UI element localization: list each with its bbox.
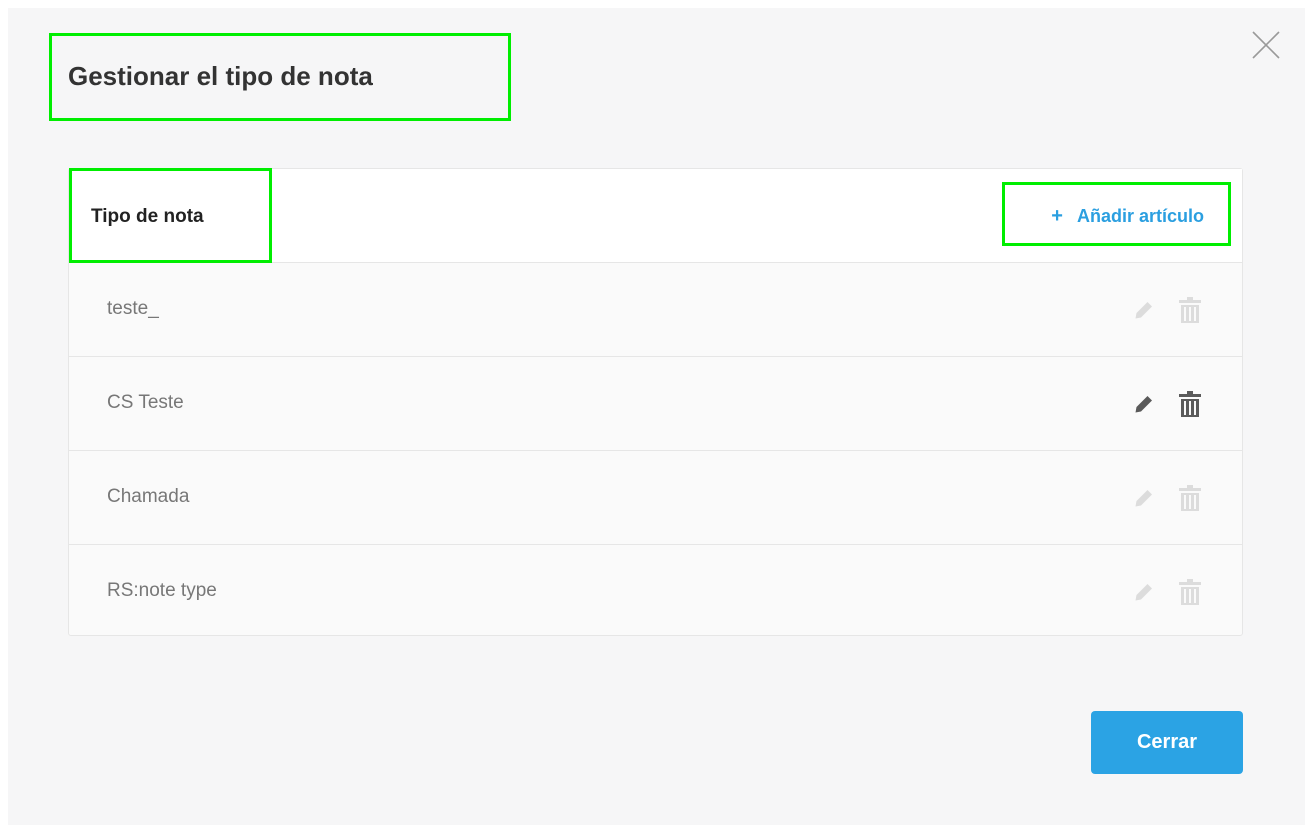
pencil-icon[interactable] — [1132, 484, 1156, 512]
note-type-label: Chamada — [107, 486, 190, 507]
row-actions — [1132, 578, 1202, 606]
trash-icon[interactable] — [1178, 484, 1202, 512]
note-type-row: RS:note type — [69, 545, 1242, 639]
note-type-label: CS Teste — [107, 392, 184, 413]
highlight-box-title — [49, 33, 511, 121]
note-type-row: Chamada — [69, 451, 1242, 545]
pencil-icon[interactable] — [1132, 578, 1156, 606]
trash-icon[interactable] — [1178, 296, 1202, 324]
note-type-label: RS:note type — [107, 580, 217, 601]
note-type-row: CS Teste — [69, 357, 1242, 451]
pencil-icon[interactable] — [1132, 296, 1156, 324]
highlight-box-add-button — [1002, 182, 1231, 246]
row-actions — [1132, 296, 1202, 324]
note-type-label: teste_ — [107, 298, 159, 319]
trash-icon[interactable] — [1178, 578, 1202, 606]
row-actions — [1132, 484, 1202, 512]
highlight-box-header-label — [69, 168, 272, 263]
close-icon[interactable] — [1251, 30, 1281, 60]
close-button[interactable]: Cerrar — [1091, 711, 1243, 774]
row-actions — [1132, 390, 1202, 418]
trash-icon[interactable] — [1178, 390, 1202, 418]
note-type-row: teste_ — [69, 263, 1242, 357]
pencil-icon[interactable] — [1132, 390, 1156, 418]
